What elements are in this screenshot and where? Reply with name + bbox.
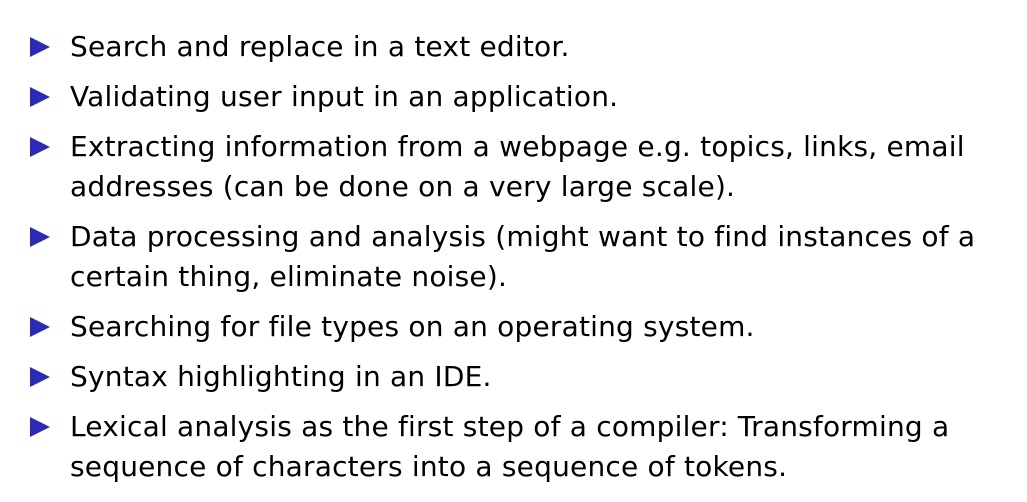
list-item-text: Search and replace in a text editor.	[70, 30, 570, 63]
list-item: Syntax highlighting in an IDE.	[28, 357, 1018, 397]
list-item: Search and replace in a text editor.	[28, 27, 1018, 67]
list-item-text: Validating user input in an application.	[70, 80, 619, 113]
bullet-list: Search and replace in a text editor. Val…	[28, 27, 1018, 497]
list-item-text: Lexical analysis as the first step of a …	[70, 410, 950, 483]
triangle-bullet-icon	[30, 37, 50, 57]
triangle-bullet-icon	[30, 367, 50, 387]
list-item: Data processing and analysis (might want…	[28, 217, 1018, 297]
triangle-bullet-icon	[30, 227, 50, 247]
list-item-text: Syntax highlighting in an IDE.	[70, 360, 492, 393]
list-item: Searching for file types on an operating…	[28, 307, 1018, 347]
list-item: Lexical analysis as the first step of a …	[28, 407, 1018, 487]
slide: Search and replace in a text editor. Val…	[0, 0, 1027, 502]
list-item: Validating user input in an application.	[28, 77, 1018, 117]
list-item-text: Data processing and analysis (might want…	[70, 220, 976, 293]
triangle-bullet-icon	[30, 87, 50, 107]
list-item-text: Searching for file types on an operating…	[70, 310, 755, 343]
triangle-bullet-icon	[30, 417, 50, 437]
list-item: Extracting information from a webpage e.…	[28, 127, 1018, 207]
triangle-bullet-icon	[30, 317, 50, 337]
triangle-bullet-icon	[30, 137, 50, 157]
list-item-text: Extracting information from a webpage e.…	[70, 130, 965, 203]
